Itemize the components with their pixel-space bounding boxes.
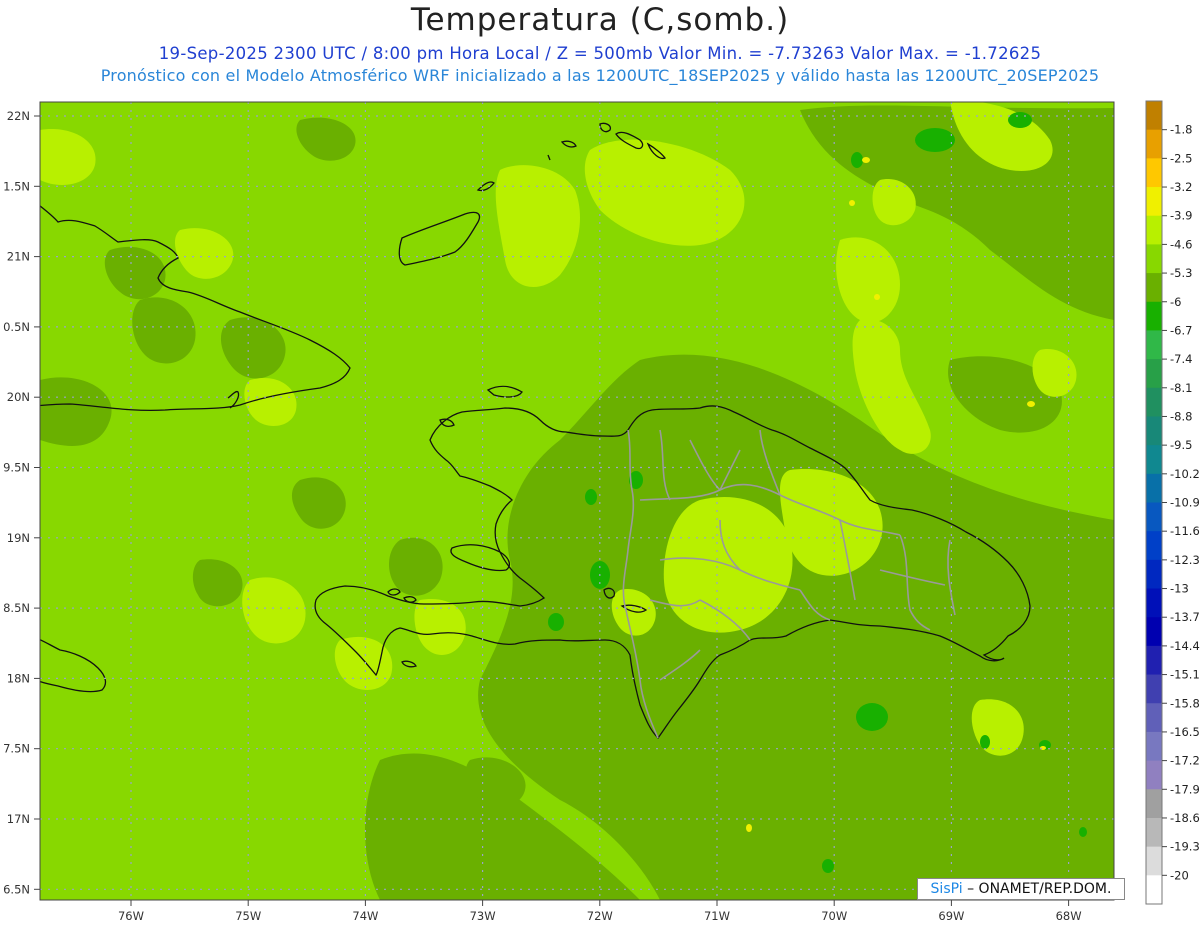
legend-swatch xyxy=(1146,531,1162,561)
legend-label: -6 xyxy=(1170,295,1181,309)
legend-label: -5.3 xyxy=(1170,266,1192,280)
legend-label: -18.6 xyxy=(1170,811,1200,825)
legend-swatch xyxy=(1146,187,1162,217)
legend-swatch xyxy=(1146,101,1162,131)
legend-label: -4.6 xyxy=(1170,237,1192,251)
lon-label: 74W xyxy=(352,909,378,923)
legend-swatch xyxy=(1146,588,1162,618)
lat-label: 22N xyxy=(7,109,30,123)
legend-label: -8.1 xyxy=(1170,381,1192,395)
lat-label: 9.5N xyxy=(3,461,30,475)
legend-label: -15.1 xyxy=(1170,668,1200,682)
legend-label: -3.9 xyxy=(1170,209,1192,223)
legend-swatch xyxy=(1146,301,1162,331)
latitude-labels: 22N 1.5N 21N 0.5N 20N 9.5N 19N 8.5N 18N 7.5N 17N 6.… xyxy=(3,109,40,896)
lat-label: 21N xyxy=(7,250,30,264)
lat-label: 17N xyxy=(7,812,30,826)
lon-label: 72W xyxy=(587,909,613,923)
legend-label: -14.4 xyxy=(1170,639,1200,653)
credit-brand: SisPi xyxy=(930,881,963,897)
legend-swatch xyxy=(1146,703,1162,733)
temperature-map: 22N 1.5N 21N 0.5N 20N 9.5N 19N 8.5N 18N 7.5N 17N 6.… xyxy=(3,100,1200,923)
legend-swatch xyxy=(1146,617,1162,647)
legend-label: -2.5 xyxy=(1170,151,1192,165)
legend-swatch xyxy=(1146,416,1162,446)
lat-label: 6.5N xyxy=(3,882,30,896)
legend-swatch xyxy=(1146,875,1162,905)
legend-swatch xyxy=(1146,760,1162,790)
legend-swatch xyxy=(1146,129,1162,159)
lon-label: 75W xyxy=(235,909,261,923)
legend-swatch xyxy=(1146,846,1162,876)
legend-label: -10.9 xyxy=(1170,496,1200,510)
lon-label: 70W xyxy=(821,909,847,923)
lat-label: 18N xyxy=(7,671,30,685)
legend-swatch xyxy=(1146,502,1162,532)
legend-label: -3.2 xyxy=(1170,180,1192,194)
legend-label: -13 xyxy=(1170,582,1189,596)
credit-text: – ONAMET/REP.DOM. xyxy=(967,881,1112,897)
legend-label: -7.4 xyxy=(1170,352,1192,366)
legend-swatch xyxy=(1146,817,1162,848)
lon-label: 69W xyxy=(938,909,964,923)
legend-swatch xyxy=(1146,645,1162,676)
lat-label: 20N xyxy=(7,390,30,404)
legend-label: -9.5 xyxy=(1170,438,1192,452)
legend-swatch xyxy=(1146,330,1162,360)
legend-swatch xyxy=(1146,215,1162,245)
color-legend: -1.8 -2.5 -3.2 -3.9 -4.6 -5.3 -6 -6.7 -7.4 -8.1 -8… xyxy=(1145,100,1200,905)
legend-label: -8.8 xyxy=(1170,409,1192,423)
legend-swatch xyxy=(1146,158,1162,188)
lat-label: 1.5N xyxy=(3,179,30,193)
legend-swatch xyxy=(1146,273,1162,303)
lat-label: 19N xyxy=(7,531,30,545)
legend-swatch xyxy=(1146,674,1162,704)
legend-label: -11.6 xyxy=(1170,524,1200,538)
longitude-labels: 76W 75W 74W 73W 72W 71W 70W 69W 68W xyxy=(118,900,1082,923)
legend-label: -13.7 xyxy=(1170,610,1200,624)
legend-swatch xyxy=(1146,473,1162,503)
legend-swatch xyxy=(1146,445,1162,475)
legend-swatch xyxy=(1146,387,1162,417)
legend-label: -10.2 xyxy=(1170,467,1200,481)
legend-swatch xyxy=(1146,731,1162,762)
legend-label: -6.7 xyxy=(1170,323,1192,337)
legend-label: -15.8 xyxy=(1170,696,1200,710)
legend-label: -16.5 xyxy=(1170,725,1200,739)
legend-swatch xyxy=(1146,559,1162,590)
legend-label: -1.8 xyxy=(1170,123,1192,137)
lon-label: 73W xyxy=(470,909,496,923)
legend-swatch xyxy=(1146,359,1162,389)
lat-label: 8.5N xyxy=(3,601,30,615)
legend-label: -20 xyxy=(1170,868,1189,882)
legend-label: -17.2 xyxy=(1170,754,1200,768)
lat-label: 0.5N xyxy=(3,320,30,334)
legend-swatch xyxy=(1146,244,1162,274)
lon-label: 68W xyxy=(1056,909,1082,923)
map-plot-area xyxy=(40,102,1114,900)
lon-label: 76W xyxy=(118,909,144,923)
legend-swatch xyxy=(1146,789,1162,819)
credit-badge: SisPi – ONAMET/REP.DOM. xyxy=(917,878,1125,900)
legend-label: -12.3 xyxy=(1170,553,1200,567)
lat-label: 7.5N xyxy=(3,742,30,756)
legend-label: -17.9 xyxy=(1170,782,1200,796)
lon-label: 71W xyxy=(704,909,730,923)
legend-label: -19.3 xyxy=(1170,840,1200,854)
